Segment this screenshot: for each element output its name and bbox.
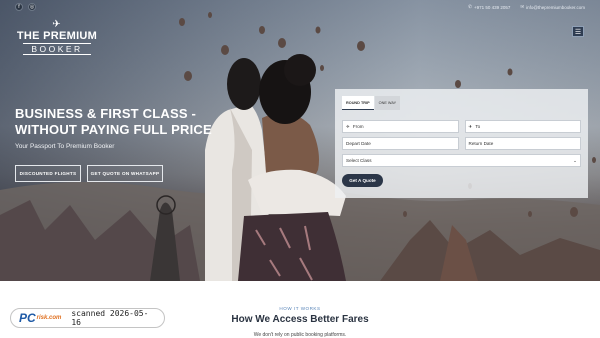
facebook-icon[interactable]: f	[15, 3, 23, 11]
to-placeholder: To	[475, 124, 481, 129]
class-select[interactable]: Select Class ⌄	[342, 154, 581, 167]
from-placeholder: From	[352, 124, 364, 129]
hamburger-menu-button[interactable]: ☰	[572, 26, 584, 37]
depart-date-input[interactable]: Depart Date	[342, 137, 459, 150]
headline-line-1: BUSINESS & FIRST CLASS -	[15, 106, 197, 121]
phone-number: +971 50 439 2057	[473, 4, 511, 10]
logo-line-2: BOOKER	[23, 43, 91, 55]
email-link[interactable]: ✉ info@thepremiumbooker.com	[520, 4, 585, 10]
return-date-placeholder: Return Date	[468, 141, 494, 146]
section-text: We don't rely on public booking platform…	[253, 332, 347, 338]
chevron-down-icon: ⌄	[573, 157, 577, 163]
return-date-input[interactable]: Return Date	[464, 137, 581, 150]
tab-round-trip[interactable]: ROUND TRIP	[342, 96, 374, 110]
tab-one-way[interactable]: ONE WAY	[374, 96, 401, 110]
pcrisk-logo-risk: risk.com	[36, 315, 62, 321]
phone-link[interactable]: ✆ +971 50 439 2057	[468, 4, 510, 10]
plane-icon: ✈	[52, 19, 62, 30]
site-logo[interactable]: ✈ THE PREMIUM BOOKER	[15, 20, 99, 55]
flight-quote-form: ROUND TRIP ONE WAY ✈ From ✈ To Depart Da…	[335, 89, 588, 198]
headline-line-2: WITHOUT PAYING FULL PRICE	[15, 121, 212, 137]
social-links: f ◎	[15, 3, 36, 11]
plane-arrival-icon: ✈	[468, 123, 473, 129]
pcrisk-logo-pc: PC	[19, 311, 36, 325]
phone-icon: ✆	[468, 4, 472, 9]
whatsapp-quote-button[interactable]: GET QUOTE ON WHATSAPP	[87, 165, 163, 182]
hero-headline: BUSINESS & FIRST CLASS - WITHOUT PAYING …	[15, 106, 225, 137]
menu-icon: ☰	[574, 28, 582, 36]
scan-date-text: scanned 2026-05-16	[71, 309, 149, 327]
depart-date-placeholder: Depart Date	[346, 141, 371, 146]
pcrisk-watermark: PC risk.com scanned 2026-05-16	[10, 308, 165, 328]
discounted-flights-button[interactable]: DISCOUNTED FLIGHTS	[15, 165, 81, 182]
pcrisk-logo: PC risk.com	[19, 311, 61, 325]
trip-type-tabs: ROUND TRIP ONE WAY	[342, 96, 581, 110]
logo-line-1: THE PREMIUM	[16, 30, 98, 42]
from-input[interactable]: ✈ From	[342, 120, 459, 133]
contact-info: ✆ +971 50 439 2057 ✉ info@thepremiumbooker…	[468, 4, 585, 10]
top-bar: f ◎ ✆ +971 50 439 2057 ✉ info@thepremiumbo…	[0, 0, 600, 14]
to-input[interactable]: ✈ To	[464, 120, 581, 133]
hero-subtitle: Your Passport To Premium Booker	[15, 143, 115, 150]
instagram-icon[interactable]: ◎	[28, 3, 36, 11]
plane-departure-icon: ✈	[346, 123, 350, 129]
get-quote-button[interactable]: Get A Quote	[342, 174, 383, 187]
class-select-value: Select Class	[346, 158, 372, 163]
email-address: info@thepremiumbooker.com	[526, 4, 585, 10]
mail-icon: ✉	[520, 4, 525, 9]
